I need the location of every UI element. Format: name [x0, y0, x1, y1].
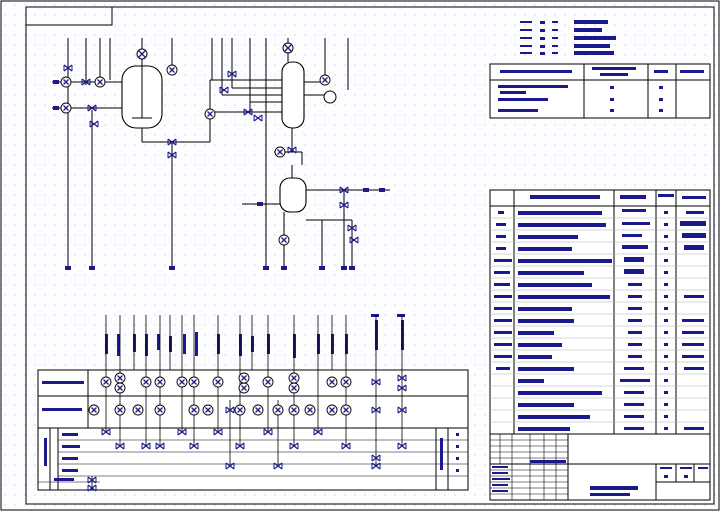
valve-symbols [63, 64, 359, 244]
legend-block [520, 20, 616, 55]
column-vessel [281, 42, 305, 129]
process-lines [52, 38, 390, 270]
corner-stamp [25, 6, 113, 26]
reactor-vessel [121, 48, 163, 129]
pump-symbol [323, 90, 337, 104]
drawing-sheet [0, 0, 720, 511]
pid-drawing [0, 0, 720, 511]
equipment-table-top [489, 63, 711, 119]
title-block [489, 433, 711, 501]
instrumentation-table [37, 369, 469, 492]
equipment-list-table [489, 189, 711, 435]
separator-vessel [279, 177, 307, 213]
instrument-tag-labels [105, 314, 405, 358]
